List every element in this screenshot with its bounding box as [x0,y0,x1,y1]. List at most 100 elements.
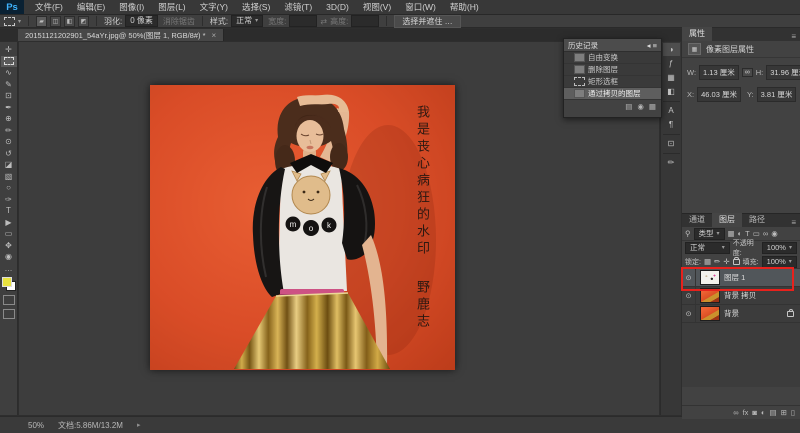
history-brush-tool[interactable]: ↺ [1,148,17,160]
menu-item-file[interactable]: 文件(F) [28,0,70,14]
hand-tool[interactable]: ✥ [1,240,17,252]
screen-mode-button[interactable] [2,309,15,319]
filter-smart-objects-icon[interactable]: ∞ [763,229,768,238]
pen-tool[interactable]: ✑ [1,194,17,206]
tab-layers[interactable]: 图层 [712,213,742,227]
lock-transparency-icon[interactable]: ▦ [704,257,711,266]
new-adjustment-layer-icon[interactable]: ◐ [761,408,766,417]
healing-brush-tool[interactable]: ⊕ [1,113,17,125]
collapse-panel-icon[interactable]: ◂ [647,41,651,50]
photo-document[interactable]: m o k 我是丧心病狂的水印野鹿志 [150,85,455,370]
menu-item-layer[interactable]: 图层(L) [151,0,192,14]
panel-menu-icon[interactable]: ≡ [653,41,657,50]
fill-input[interactable]: 100% ▾ [761,255,797,268]
tool-preset-picker[interactable]: ▾ [4,16,21,26]
blur-tool[interactable]: ○ [1,182,17,194]
tab-properties[interactable]: 属性 [682,27,712,41]
libraries-panel-icon[interactable]: ▦ [663,71,680,84]
blend-mode-select[interactable]: 正常 ▾ [685,242,730,254]
status-chevron-icon[interactable]: ▸ [137,421,141,429]
filter-type-layers-icon[interactable]: T [745,229,750,238]
opacity-input[interactable]: 100% ▾ [761,242,797,254]
layer-effects-icon[interactable]: fx [743,408,749,417]
layer-thumbnail[interactable] [700,306,720,321]
visibility-eye-icon[interactable]: ⊙ [682,305,696,322]
link-layers-icon[interactable]: ∞ [733,408,738,417]
width-input[interactable] [289,15,318,27]
move-tool[interactable]: ✛ [1,44,17,56]
menu-item-type[interactable]: 文字(Y) [193,0,235,14]
adjustments-panel-icon[interactable]: ◑ [662,43,680,56]
style-select[interactable]: 正常 ▾ [231,15,264,27]
menu-item-3d[interactable]: 3D(D) [319,0,356,14]
filter-toggle[interactable]: ◉ [771,229,778,238]
history-state-layer-via-copy[interactable]: 通过拷贝的图层 [564,88,661,100]
height-value-input[interactable]: 31.96 厘米 [766,65,800,80]
lock-pixels-icon[interactable]: ✏ [714,257,720,266]
layer-filter-select[interactable]: 类型 ▾ [693,227,725,240]
y-value-input[interactable]: 3.81 厘米 [756,87,797,102]
eyedropper-tool[interactable]: ✒ [1,102,17,114]
filter-shape-layers-icon[interactable]: ▭ [753,229,760,238]
type-tool[interactable]: T [1,205,17,217]
add-layer-mask-icon[interactable]: ◙ [752,408,757,417]
layer-row-background[interactable]: ⊙ 背景 [682,305,800,323]
paragraph-panel-icon[interactable]: ¶ [663,118,680,131]
add-to-selection-button[interactable]: ◫ [50,15,62,27]
menu-item-filter[interactable]: 滤镜(T) [277,0,319,14]
menu-item-image[interactable]: 图像(I) [112,0,151,14]
crop-tool[interactable]: ⊡ [1,90,17,102]
panel-menu-icon[interactable]: ≡ [791,32,800,41]
tab-channels[interactable]: 通道 [682,213,712,227]
x-value-input[interactable]: 46.03 厘米 [697,87,741,102]
brushes-panel-icon[interactable]: ✏ [663,156,680,169]
styles-panel-icon[interactable]: ƒ [663,57,680,70]
gradient-tool[interactable]: ▧ [1,171,17,183]
layer-thumbnail[interactable] [700,288,720,303]
feather-input[interactable]: 0 像素 [125,15,158,27]
close-tab-icon[interactable]: × [212,31,217,40]
history-state-rect-marquee[interactable]: 矩形选框 [564,76,661,88]
zoom-tool[interactable]: ◉ [1,251,17,263]
history-state-delete-layer[interactable]: 删除图层 [564,64,661,76]
lock-all-icon[interactable] [732,256,740,265]
link-dimensions-icon[interactable]: ∞ [741,68,753,77]
clone-stamp-tool[interactable]: ⊙ [1,136,17,148]
height-input[interactable] [351,15,380,27]
foreground-color-swatch[interactable] [1,277,12,287]
history-state-free-transform[interactable]: 自由变换 [564,52,661,64]
visibility-eye-icon[interactable]: ⊙ [682,287,696,304]
menu-item-select[interactable]: 选择(S) [235,0,277,14]
lasso-tool[interactable]: ∿ [1,67,17,79]
new-layer-icon[interactable]: ⊞ [781,408,787,417]
filter-pixel-layers-icon[interactable]: ▦ [728,229,735,238]
eraser-tool[interactable]: ◪ [1,159,17,171]
tab-paths[interactable]: 路径 [742,213,772,227]
new-doc-from-state-icon[interactable]: ▤ [625,102,632,111]
layer-row-background-copy[interactable]: ⊙ 背景 拷贝 [682,287,800,305]
character-panel-icon[interactable]: A [663,104,680,117]
path-selection-tool[interactable]: ▶ [1,217,17,229]
brush-tool[interactable]: ✏ [1,125,17,137]
menu-item-view[interactable]: 视图(V) [356,0,398,14]
menu-item-edit[interactable]: 编辑(E) [70,0,112,14]
menu-item-help[interactable]: 帮助(H) [443,0,486,14]
clone-source-panel-icon[interactable]: ⊡ [663,137,680,150]
visibility-eye-icon[interactable]: ⊙ [682,269,696,286]
lock-position-icon[interactable]: ✛ [723,257,729,266]
panel-menu-icon[interactable]: ≡ [791,218,800,227]
intersect-selection-button[interactable]: ◩ [78,15,90,27]
subtract-selection-button[interactable]: ◧ [64,15,76,27]
document-tab[interactable]: 20151121202901_54aYr.jpg@ 50%(图层 1, RGB/… [18,29,225,41]
layer-thumbnail[interactable] [700,270,720,285]
delete-layer-icon[interactable]: ▯ [791,408,795,417]
new-snapshot-icon[interactable]: ◉ [637,102,644,111]
zoom-level[interactable]: 50% [28,421,44,430]
edit-toolbar-ellipsis[interactable]: … [1,263,17,275]
new-selection-button[interactable]: ▰ [36,15,48,27]
menu-item-window[interactable]: 窗口(W) [398,0,443,14]
quick-mask-button[interactable] [2,295,15,305]
quick-selection-tool[interactable]: ✎ [1,79,17,91]
new-group-icon[interactable]: ▤ [769,408,776,417]
layer-row-layer1[interactable]: ⊙ 图层 1 [682,269,800,287]
